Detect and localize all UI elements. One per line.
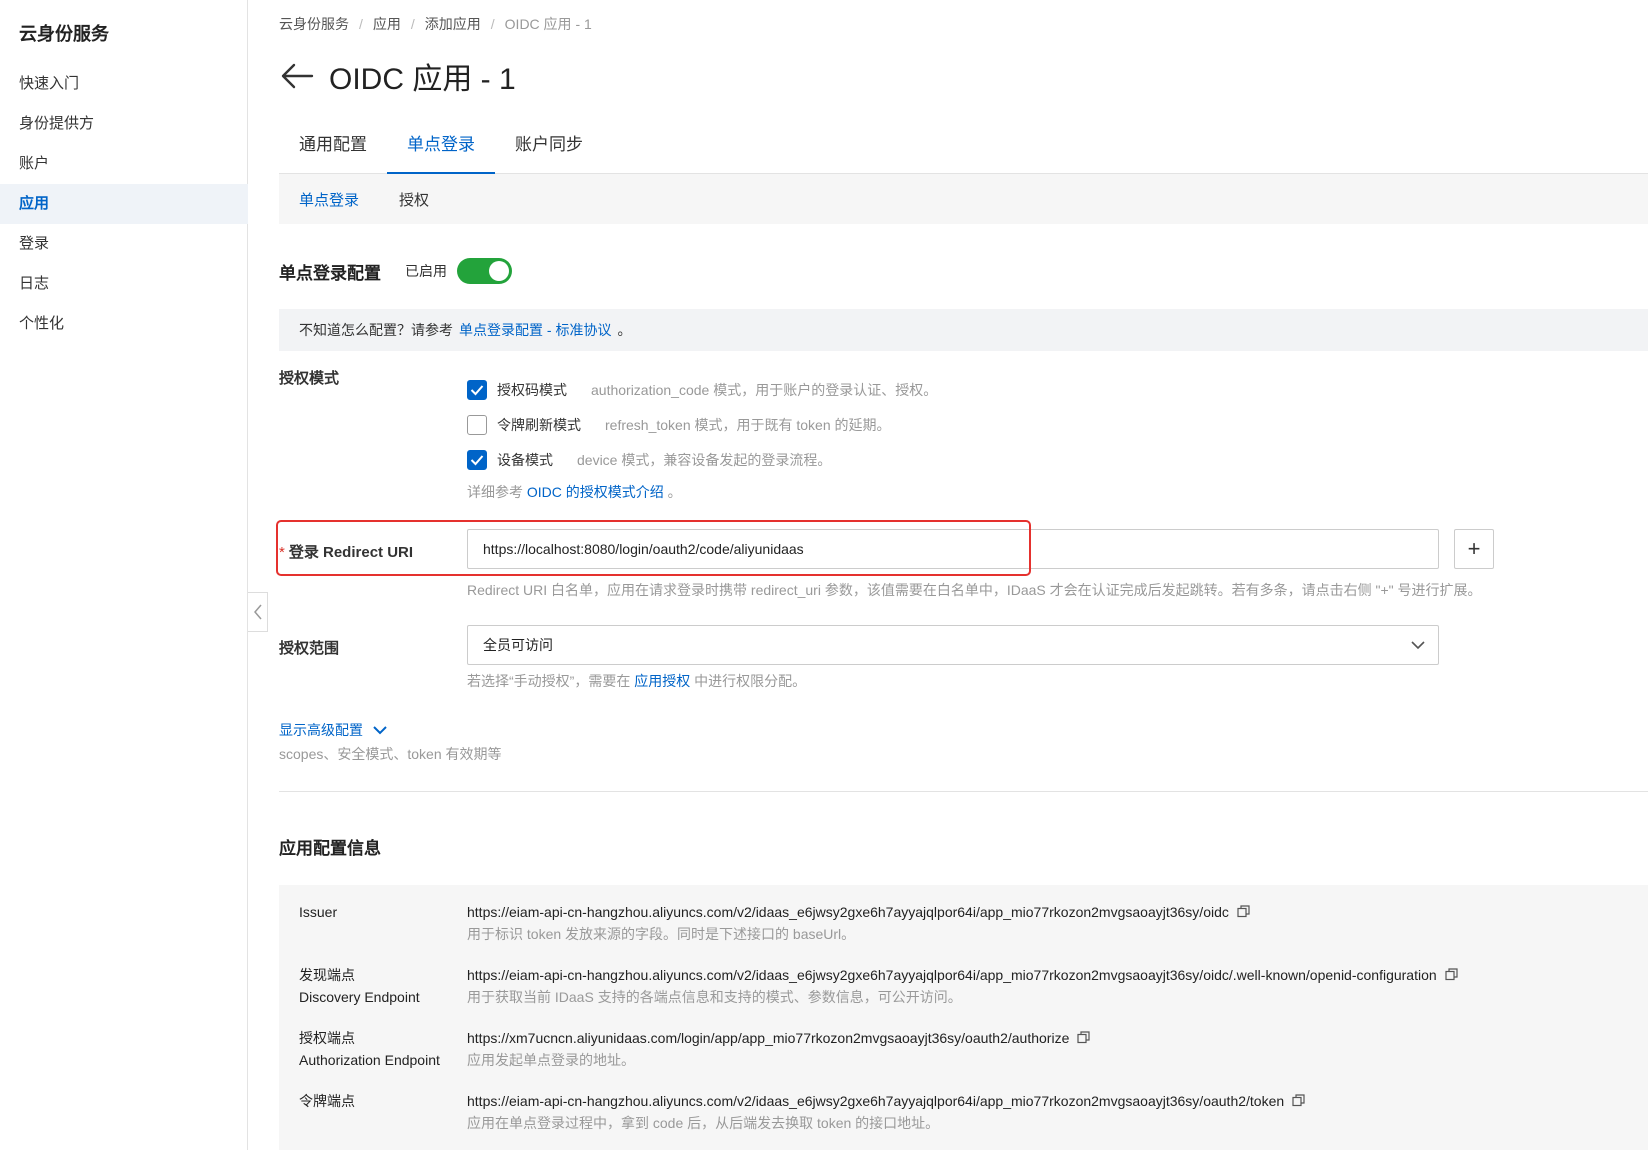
checkbox-description: device 模式，兼容设备发起的登录流程。 — [577, 452, 832, 468]
breadcrumb: 云身份服务 / 应用 / 添加应用 / OIDC 应用 - 1 — [279, 14, 592, 34]
toggle-knob — [489, 261, 509, 281]
back-arrow-icon[interactable] — [279, 58, 315, 94]
breadcrumb-separator: / — [490, 16, 495, 32]
info-key: 令牌端点 — [299, 1093, 355, 1109]
scope-select[interactable]: 全员可访问 — [467, 625, 1439, 665]
breadcrumb-current: OIDC 应用 - 1 — [504, 16, 592, 32]
required-mark: * — [279, 544, 285, 561]
checkbox-authorization-code[interactable] — [467, 380, 487, 400]
chevron-left-icon — [253, 604, 262, 620]
redirect-uri-input[interactable]: https://localhost:8080/login/oauth2/code… — [467, 529, 1439, 569]
checkbox-description: authorization_code 模式，用于账户的登录认证、授权。 — [591, 382, 938, 398]
sidebar-item-identity-providers[interactable]: 身份提供方 — [0, 104, 248, 144]
tab-account-sync[interactable]: 账户同步 — [495, 124, 603, 174]
info-description: 应用在单点登录过程中，拿到 code 后，从后端发去换取 token 的接口地址… — [467, 1115, 940, 1131]
scope-hint: 若选择“手动授权”，需要在 应用授权 中进行权限分配。 — [467, 671, 806, 691]
copy-icon[interactable] — [1292, 1091, 1305, 1113]
tab-sso[interactable]: 单点登录 — [387, 124, 495, 174]
app-authorization-link[interactable]: 应用授权 — [634, 673, 690, 689]
breadcrumb-separator: / — [410, 16, 415, 32]
app-info-title: 应用配置信息 — [279, 839, 381, 858]
info-value: https://eiam-api-cn-hangzhou.aliyuncs.co… — [467, 1090, 1305, 1113]
main-tabs: 通用配置 单点登录 账户同步 — [279, 124, 1648, 174]
copy-icon[interactable] — [1237, 902, 1250, 924]
add-redirect-uri-button[interactable]: + — [1454, 529, 1494, 569]
info-description: 应用发起单点登录的地址。 — [467, 1052, 635, 1068]
sso-toggle-label: 已启用 — [405, 263, 447, 279]
breadcrumb-item[interactable]: 添加应用 — [425, 14, 481, 34]
hint-prefix: 详细参考 — [467, 484, 523, 500]
sidebar-item-quickstart[interactable]: 快速入门 — [0, 64, 248, 104]
info-value: https://eiam-api-cn-hangzhou.aliyuncs.co… — [467, 901, 1250, 924]
main-content: 云身份服务 / 应用 / 添加应用 / OIDC 应用 - 1 OIDC 应用 … — [276, 0, 1648, 1150]
grant-types-label: 授权模式 — [279, 370, 340, 387]
info-value: https://eiam-api-cn-hangzhou.aliyuncs.co… — [467, 964, 1458, 987]
sidebar-title: 云身份服务 — [19, 24, 109, 44]
chevron-down-icon — [373, 726, 387, 735]
info-description: 用于获取当前 IDaaS 支持的各端点信息和支持的模式、参数信息，可公开访问。 — [467, 989, 962, 1005]
grant-option-device: 设备模式 device 模式，兼容设备发起的登录流程。 — [467, 450, 831, 470]
notice-tail: 。 — [617, 322, 632, 338]
hint-prefix: 若选择“手动授权”，需要在 — [467, 673, 631, 689]
grant-option-authorization-code: 授权码模式 authorization_code 模式，用于账户的登录认证、授权… — [467, 380, 937, 400]
breadcrumb-item[interactable]: 云身份服务 — [279, 14, 349, 34]
breadcrumb-item[interactable]: 应用 — [373, 14, 401, 34]
scope-selected-value: 全员可访问 — [483, 637, 553, 653]
sidebar-item-logs[interactable]: 日志 — [0, 264, 248, 304]
grant-types-doc-link[interactable]: OIDC 的授权模式介绍 — [527, 484, 664, 500]
advanced-label: 显示高级配置 — [279, 722, 363, 738]
sub-tabs: 单点登录 授权 — [279, 174, 1648, 224]
redirect-uri-label-text: 登录 Redirect URI — [288, 544, 414, 561]
notice-text: 不知道怎么配置？请参考 — [299, 322, 453, 338]
info-key: Issuer — [299, 904, 338, 920]
checkbox-refresh-token[interactable] — [467, 415, 487, 435]
app-info-panel: Issuer https://eiam-api-cn-hangzhou.aliy… — [279, 885, 1648, 1150]
info-description: 用于标识 token 发放来源的字段。同时是下述接口的 baseUrl。 — [467, 926, 856, 942]
checkbox-description: refresh_token 模式，用于既有 token 的延期。 — [605, 417, 891, 433]
copy-icon[interactable] — [1445, 965, 1458, 987]
hint-suffix: 。 — [667, 484, 682, 500]
page-title: OIDC 应用 - 1 — [329, 63, 516, 96]
sso-config-header: 单点登录配置 已启用 — [279, 258, 512, 284]
help-notice: 不知道怎么配置？请参考 单点登录配置 - 标准协议 。 — [279, 309, 1648, 351]
sidebar-collapse-handle[interactable] — [248, 592, 268, 632]
show-advanced-toggle[interactable]: 显示高级配置 — [279, 720, 389, 740]
grant-option-refresh-token: 令牌刷新模式 refresh_token 模式，用于既有 token 的延期。 — [467, 415, 891, 435]
page-header: OIDC 应用 - 1 — [279, 54, 516, 98]
notice-link[interactable]: 单点登录配置 - 标准协议 — [459, 320, 611, 340]
subtab-authorization[interactable]: 授权 — [379, 189, 449, 210]
advanced-description: scopes、安全模式、token 有效期等 — [279, 746, 502, 762]
copy-icon[interactable] — [1077, 1028, 1090, 1050]
sidebar-item-login[interactable]: 登录 — [0, 224, 248, 264]
sso-enable-toggle[interactable] — [457, 258, 512, 284]
redirect-uri-label: * 登录 Redirect URI — [279, 541, 413, 562]
checkbox-label: 设备模式 — [497, 452, 553, 468]
check-icon — [470, 455, 484, 466]
grant-types-hint: 详细参考 OIDC 的授权模式介绍 。 — [467, 482, 682, 502]
sidebar-item-applications[interactable]: 应用 — [0, 184, 248, 224]
sidebar-item-personalization[interactable]: 个性化 — [0, 304, 248, 344]
sso-config-title: 单点登录配置 — [279, 263, 381, 283]
redirect-uri-hint: Redirect URI 白名单，应用在请求登录时携带 redirect_uri… — [467, 582, 1482, 598]
scope-label: 授权范围 — [279, 640, 340, 657]
checkbox-label: 授权码模式 — [497, 382, 567, 398]
breadcrumb-separator: / — [359, 16, 363, 32]
sidebar: 云身份服务 快速入门 身份提供方 账户 应用 登录 日志 个性化 — [0, 0, 248, 1150]
section-divider — [279, 791, 1648, 792]
sidebar-item-accounts[interactable]: 账户 — [0, 144, 248, 184]
info-key: 授权端点 Authorization Endpoint — [299, 1030, 440, 1068]
checkbox-device[interactable] — [467, 450, 487, 470]
checkbox-label: 令牌刷新模式 — [497, 417, 581, 433]
info-value: https://xm7ucncn.aliyunidaas.com/login/a… — [467, 1027, 1090, 1050]
info-key: 发现端点 Discovery Endpoint — [299, 967, 420, 1005]
tab-general-config[interactable]: 通用配置 — [279, 124, 387, 174]
subtab-sso[interactable]: 单点登录 — [279, 189, 379, 210]
check-icon — [470, 385, 484, 396]
chevron-down-icon — [1411, 641, 1425, 650]
hint-suffix: 中进行权限分配。 — [694, 673, 807, 689]
sidebar-nav: 快速入门 身份提供方 账户 应用 登录 日志 个性化 — [0, 64, 248, 344]
